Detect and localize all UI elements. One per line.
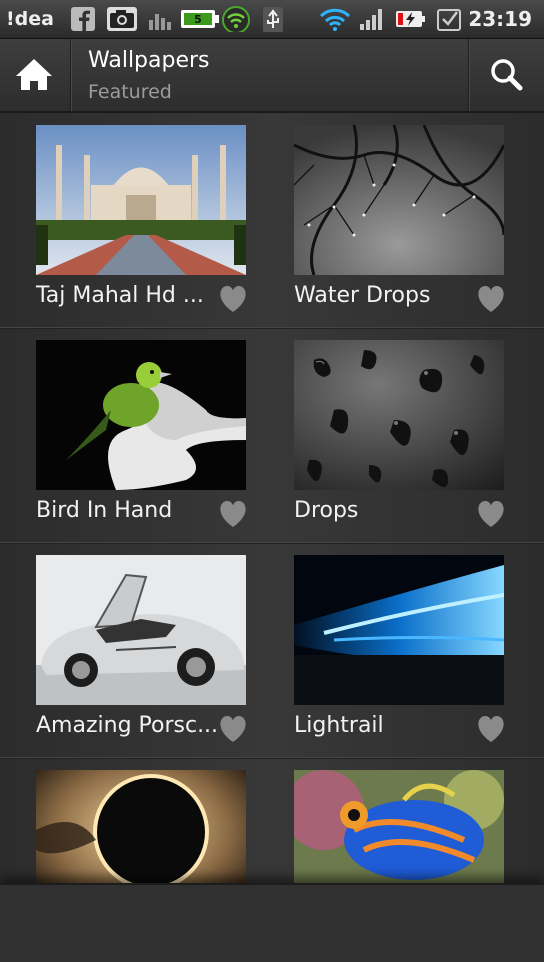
svg-text:5: 5	[194, 13, 202, 26]
page-subtitle: Featured	[88, 81, 172, 103]
heart-icon[interactable]	[218, 285, 248, 313]
heart-icon[interactable]	[218, 715, 248, 743]
clock: 23:19	[468, 7, 532, 31]
heart-icon[interactable]	[476, 500, 506, 528]
bird-in-hand-image	[36, 340, 246, 490]
search-button[interactable]	[470, 39, 544, 111]
chart-icon	[149, 14, 171, 30]
divider	[70, 39, 71, 111]
status-bar: !dea 5 23:19	[0, 0, 544, 39]
home-button[interactable]	[0, 39, 68, 111]
grid-row: Bird In Hand Drops	[0, 328, 544, 543]
checkbox-icon	[437, 9, 461, 31]
wallpaper-tile[interactable]: Lightrail	[294, 555, 504, 742]
wallpaper-grid[interactable]: Taj Mahal Hd ... Water Drops Bird In Han…	[0, 113, 544, 883]
home-icon	[16, 59, 52, 90]
usb-icon	[263, 7, 283, 32]
porsche-image	[36, 555, 246, 705]
wallpaper-title: Bird In Hand	[36, 498, 173, 523]
grid-row: Taj Mahal Hd ... Water Drops	[0, 113, 544, 328]
wallpaper-tile[interactable]: Amazing Porsc...	[36, 555, 246, 742]
grid-row	[0, 758, 544, 883]
wallpaper-tile[interactable]	[36, 770, 246, 883]
wallpaper-title: Water Drops	[294, 283, 431, 308]
lightrail-image	[294, 555, 504, 705]
wallpaper-title: Lightrail	[294, 713, 384, 738]
bottom-bar	[0, 883, 544, 962]
heart-icon[interactable]	[476, 285, 506, 313]
camera-icon	[107, 7, 137, 31]
battery-app-icon: 5	[181, 10, 219, 28]
wallpaper-title: Drops	[294, 498, 359, 523]
wifi-lock-icon	[222, 6, 250, 32]
facebook-icon	[71, 7, 95, 31]
wallpaper-tile[interactable]: Water Drops	[294, 125, 504, 312]
mandarin-fish-image	[294, 770, 504, 883]
water-drops-image	[294, 125, 504, 275]
drops-image	[294, 340, 504, 490]
search-icon	[491, 59, 523, 91]
wallpaper-tile[interactable]: Drops	[294, 340, 504, 527]
wifi-icon	[319, 8, 351, 31]
action-bar: Wallpapers Featured	[0, 39, 544, 113]
divider	[468, 39, 469, 111]
wallpaper-tile[interactable]	[294, 770, 504, 883]
heart-icon[interactable]	[218, 500, 248, 528]
heart-icon[interactable]	[476, 715, 506, 743]
carrier-name: !dea	[6, 8, 54, 30]
signal-icon	[360, 9, 382, 30]
grid-row: Amazing Porsc... Lightrail	[0, 543, 544, 758]
page-title: Wallpapers	[88, 48, 210, 73]
battery-charging-icon	[396, 11, 425, 27]
wallpaper-tile[interactable]: Bird In Hand	[36, 340, 246, 527]
wallpaper-title: Taj Mahal Hd ...	[36, 283, 204, 308]
wallpaper-tile[interactable]: Taj Mahal Hd ...	[36, 125, 246, 312]
eclipse-image	[36, 770, 246, 883]
taj-mahal-image	[36, 125, 246, 275]
wallpaper-title: Amazing Porsc...	[36, 713, 219, 738]
